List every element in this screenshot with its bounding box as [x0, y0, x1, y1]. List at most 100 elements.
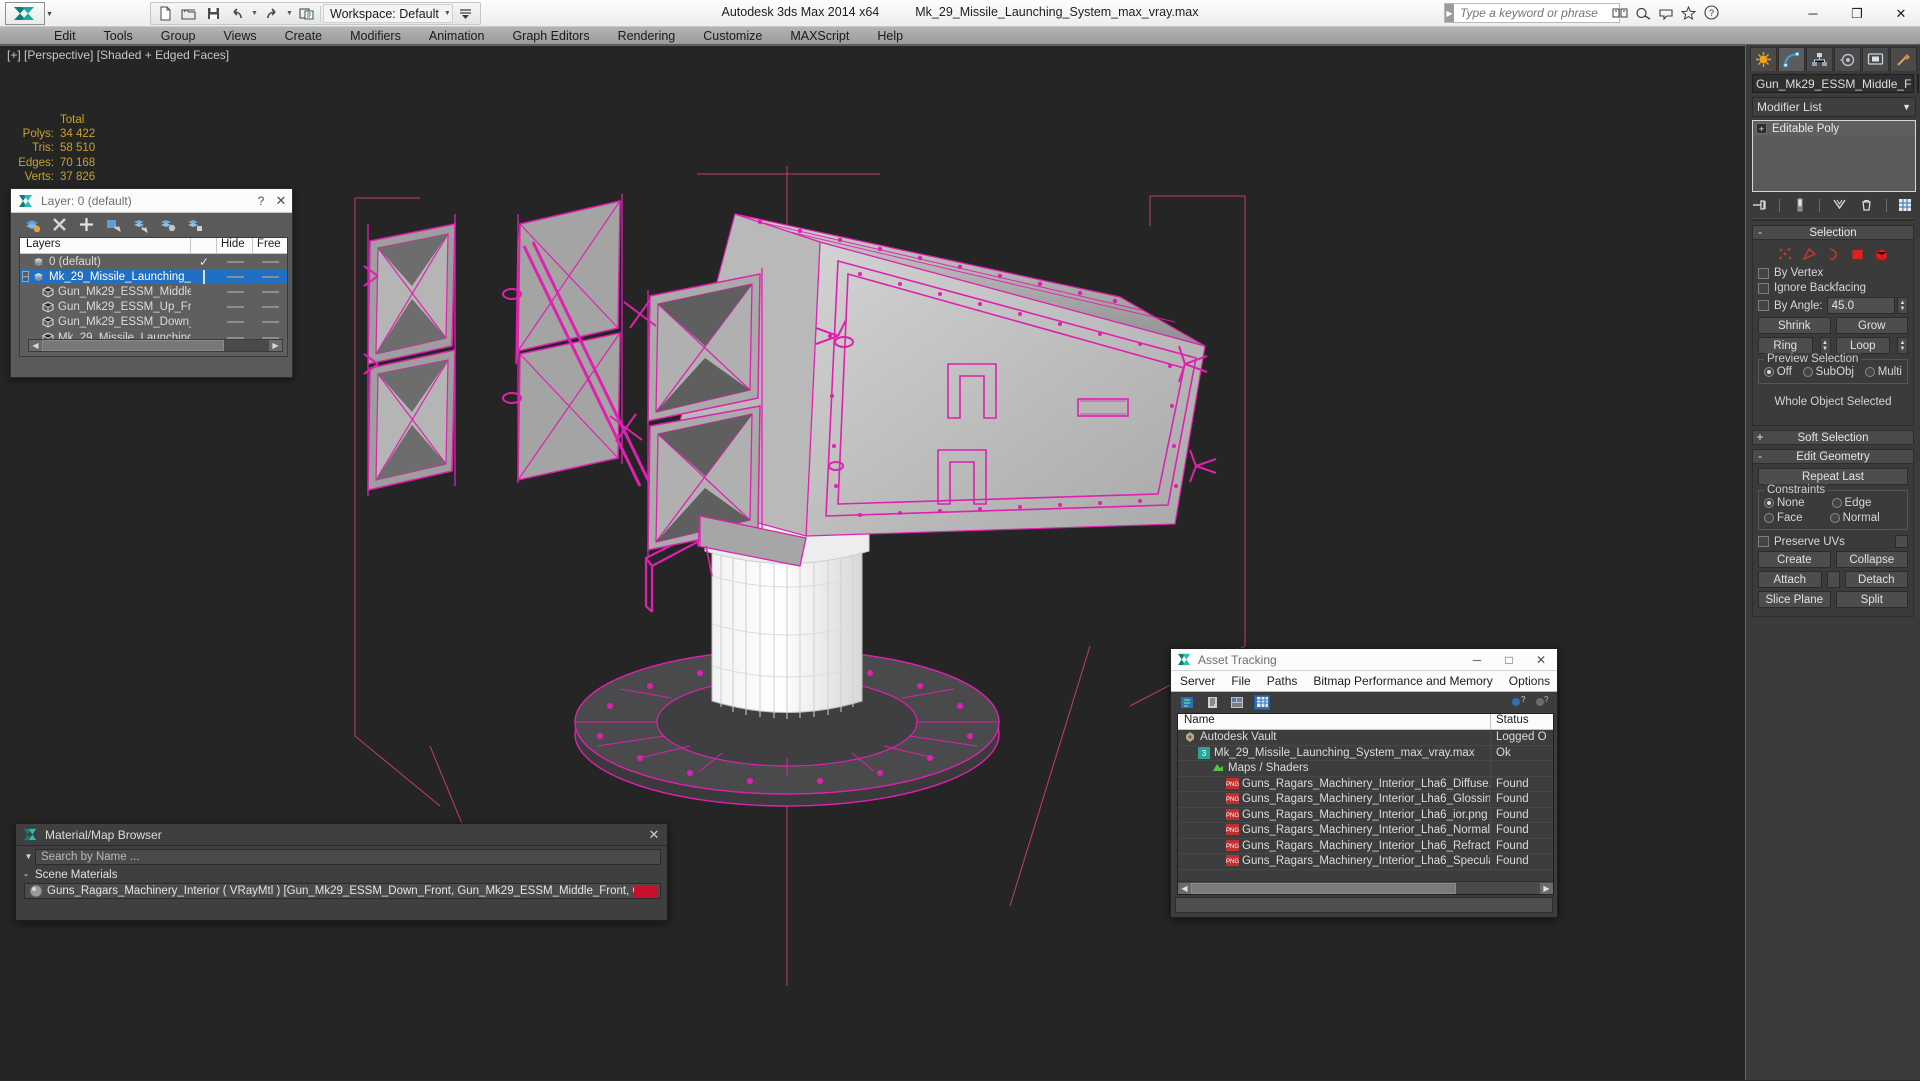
search-input[interactable]: ▶ [1444, 3, 1620, 23]
modify-tab-icon[interactable] [1778, 47, 1805, 71]
slice-plane-button[interactable]: Slice Plane [1758, 591, 1831, 608]
asset-row[interactable]: PNG Guns_Ragars_Machinery_Interior_Lha6_D… [1178, 776, 1553, 792]
add-selected-objects-icon[interactable] [105, 216, 122, 233]
by-angle-row[interactable]: By Angle: 45.0 ▲ ▼ [1758, 297, 1908, 314]
menu-item-graph-editors[interactable]: Graph Editors [512, 29, 589, 43]
search-dropdown-icon[interactable]: ▶ [1445, 4, 1454, 22]
rollout-selection-header[interactable]: - Selection [1752, 225, 1914, 240]
material-entry[interactable]: Guns_Ragars_Machinery_Interior ( VRayMtl… [24, 883, 661, 899]
layer-row[interactable]: Gun_Mk29_ESSM_Down_Front [20, 315, 287, 330]
layer-row[interactable]: 0 (default) ✓ [20, 254, 287, 269]
asset-list[interactable]: Name Status Autodesk Vault Logged O 3 Mk_29… [1177, 713, 1554, 895]
object-color-swatch[interactable] [1917, 74, 1919, 93]
help-icon[interactable]: ? [252, 194, 270, 208]
preview-subobj-radio[interactable] [1802, 367, 1813, 377]
layer-row[interactable]: Gun_Mk29_ESSM_Middle_Front [20, 284, 287, 299]
favorites-icon[interactable] [1680, 4, 1697, 21]
menu-item-views[interactable]: Views [223, 29, 256, 43]
menu-item-modifiers[interactable]: Modifiers [350, 29, 401, 43]
repeat-last-button[interactable]: Repeat Last [1758, 468, 1908, 485]
menu-item-create[interactable]: Create [285, 29, 323, 43]
chevron-down-icon[interactable]: ▼ [1902, 102, 1911, 112]
constraint-face-radio[interactable] [1764, 513, 1774, 523]
menu-item-customize[interactable]: Customize [703, 29, 762, 43]
modifier-stack[interactable]: + Editable Poly [1752, 120, 1916, 192]
asset-row[interactable]: Maps / Shaders [1178, 761, 1553, 777]
layer-hide-cell[interactable] [217, 306, 253, 309]
layer-row[interactable]: Gun_Mk29_ESSM_Up_Front [20, 300, 287, 315]
constraint-edge-radio[interactable] [1831, 498, 1842, 508]
layer-row[interactable]: – Mk_29_Missile_Launching_System [20, 269, 287, 285]
material-color-swatch[interactable] [634, 884, 658, 898]
close-button[interactable]: ✕ [1525, 653, 1557, 667]
menu-item-rendering[interactable]: Rendering [618, 29, 676, 43]
search-field[interactable] [1454, 5, 1619, 21]
set-current-layer-icon[interactable] [24, 216, 41, 233]
attach-settings-button[interactable] [1826, 571, 1840, 588]
exchange-store-icon[interactable] [1611, 4, 1628, 21]
loop-spinner[interactable]: ▲ ▼ [1897, 337, 1908, 354]
vertex-icon[interactable] [1778, 247, 1793, 262]
grow-button[interactable]: Grow [1835, 317, 1908, 334]
details-view-icon[interactable] [1229, 695, 1245, 710]
scene-materials-section[interactable]: - Scene Materials [16, 867, 667, 882]
asset-row[interactable]: PNG Guns_Ragars_Machinery_Interior_Lha6_R… [1178, 838, 1553, 854]
utilities-tab-icon[interactable] [1890, 47, 1917, 71]
object-name-field[interactable] [1752, 74, 1914, 93]
layer-current-cell[interactable] [191, 269, 217, 284]
menu-item-options[interactable]: Options [1509, 674, 1550, 688]
menu-item-server[interactable]: Server [1180, 674, 1215, 688]
expand-collapse-icon[interactable]: – [22, 271, 30, 283]
layer-list-hscrollbar[interactable]: ◀ ▶ [28, 339, 283, 352]
menu-item-bitmap-performance[interactable]: Bitmap Performance and Memory [1313, 674, 1492, 688]
highlight-selected-objects-icon[interactable] [159, 216, 176, 233]
show-end-result-icon[interactable] [1792, 197, 1808, 213]
by-angle-checkbox[interactable] [1758, 300, 1769, 311]
maximize-button[interactable]: □ [1493, 653, 1525, 667]
perspective-viewport[interactable]: [+] [Perspective] [Shaded + Edged Faces]… [0, 45, 1745, 1080]
split-button[interactable]: Split [1835, 591, 1908, 608]
preview-off-radio[interactable] [1764, 367, 1774, 377]
close-button[interactable]: ✕ [1890, 6, 1912, 22]
grid-view-icon[interactable] [1254, 694, 1270, 710]
layer-freeze-cell[interactable] [253, 290, 287, 293]
layer-hide-cell[interactable] [217, 275, 253, 278]
menu-item-file[interactable]: File [1231, 674, 1250, 688]
scroll-thumb[interactable] [1191, 882, 1456, 894]
collapse-button[interactable]: Collapse [1835, 551, 1908, 568]
create-tab-icon[interactable] [1750, 47, 1777, 71]
menu-item-group[interactable]: Group [161, 29, 196, 43]
help-icon[interactable]: ? [1510, 695, 1526, 710]
list-view-icon[interactable] [1204, 695, 1220, 710]
layer-freeze-cell[interactable] [253, 306, 287, 309]
layer-manager-dialog[interactable]: Layer: 0 (default) ? ✕ Layers Hide Free … [10, 188, 293, 378]
help-icon[interactable]: ? [1703, 4, 1720, 21]
shrink-button[interactable]: Shrink [1758, 317, 1831, 334]
scroll-left-icon[interactable]: ◀ [29, 340, 42, 351]
menu-item-help[interactable]: Help [877, 29, 903, 43]
element-icon[interactable] [1874, 247, 1889, 262]
constraint-normal-radio[interactable] [1829, 513, 1840, 523]
minimize-button[interactable]: ─ [1461, 653, 1493, 667]
polygon-icon[interactable] [1850, 247, 1865, 262]
asset-tracking-window[interactable]: Asset Tracking ─ □ ✕ Server File Paths B… [1170, 648, 1558, 918]
scroll-right-icon[interactable]: ▶ [269, 340, 282, 351]
make-unique-icon[interactable] [1831, 197, 1847, 213]
material-map-browser[interactable]: Material/Map Browser ✕ ▼ Search by Name … [15, 823, 668, 921]
menu-item-edit[interactable]: Edit [54, 29, 76, 43]
ring-button[interactable]: Ring [1758, 337, 1813, 354]
layer-freeze-cell[interactable] [253, 260, 287, 263]
autodesk-360-icon[interactable] [1634, 4, 1651, 21]
hierarchy-tab-icon[interactable] [1806, 47, 1833, 71]
by-angle-value[interactable]: 45.0 [1826, 297, 1895, 314]
preserve-uvs-row[interactable]: Preserve UVs [1758, 535, 1908, 548]
modifier-stack-item[interactable]: + Editable Poly [1753, 121, 1915, 136]
scroll-left-icon[interactable]: ◀ [1178, 882, 1191, 894]
delete-layer-icon[interactable] [51, 216, 68, 233]
help-alt-icon[interactable]: ? [1534, 695, 1550, 710]
remove-modifier-icon[interactable] [1858, 197, 1874, 213]
modifier-list-dropdown[interactable]: Modifier List ▼ [1752, 97, 1916, 117]
menu-item-tools[interactable]: Tools [104, 29, 133, 43]
layer-freeze-cell[interactable] [253, 275, 287, 278]
asset-row[interactable]: PNG Guns_Ragars_Machinery_Interior_Lha6_S… [1178, 854, 1553, 870]
